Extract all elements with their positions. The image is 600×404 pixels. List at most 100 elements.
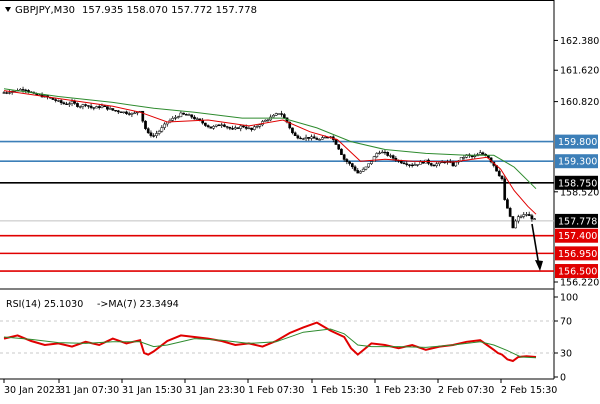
candle-body [242,125,245,128]
candle-body [277,113,281,115]
candle-body [223,124,226,127]
candle-body [500,175,504,180]
candle-body [291,127,294,134]
chart-window[interactable]: 159.800 159.300 158.750 157.400 156.950 156.5… [0,0,600,400]
candle-body [193,116,196,120]
candle-body [293,132,297,136]
price-tick-label: 160.820 [560,97,599,108]
candle-body [514,220,517,229]
time-tick-label: 31 Jan 15:30 [122,385,182,396]
candle-body [67,103,71,105]
time-tick-label: 2 Feb 15:30 [501,385,557,396]
candle-body [152,135,156,137]
candle-body [530,215,534,220]
candle-body [525,214,528,216]
candle-body [356,170,360,174]
level-label: 156.500 [558,267,597,278]
candle-body [21,89,25,91]
rsi-tick-label: 70 [560,317,572,328]
candle-body [506,199,509,209]
candle-body [144,120,147,129]
candle-body [233,127,237,130]
candle-body [103,105,107,107]
rsi-tick-label: 0 [560,373,566,384]
candle-body [184,114,188,116]
candle-body [255,126,259,128]
time-axis: 30 Jan 202331 Jan 07:30 31 Jan 15:30 31 Ja… [3,379,557,396]
candle-body [258,124,262,127]
candle-body [89,105,93,108]
candle-body [312,136,316,139]
candle-body [307,137,311,139]
time-tick-label: 1 Feb 23:30 [375,385,431,396]
candle-body [299,137,302,140]
candle-body [470,155,474,158]
candle-body [206,125,210,128]
candle-body [334,139,338,145]
candle-body [516,216,520,222]
candle-body [114,109,117,112]
candle-body [182,112,185,115]
candle-body [405,163,409,165]
candle-body [375,153,379,158]
candle-body [435,163,439,166]
candle-body [217,124,221,127]
candle-body [174,117,177,119]
candle-body [92,107,96,109]
candle-body [359,171,362,174]
candle-body [391,155,395,159]
candle-body [389,155,392,157]
candle-body [149,132,153,136]
candle-body [519,216,523,218]
candle-body [511,216,515,229]
candle-body [399,160,403,164]
candle-body [418,161,422,165]
rsi-axis-ticks: 100 70 30 0 [554,293,578,384]
candle-body [296,135,300,139]
candle-body [263,120,267,122]
time-tick-label: 2 Feb 07:30 [438,385,494,396]
candle-body [508,208,512,217]
candle-body [337,144,341,150]
candle-body [473,155,477,158]
price-tick-label: 158.520 [560,187,599,198]
candle-body [87,105,90,107]
price-tick-label: 162.380 [560,36,599,47]
candle-body [62,102,66,105]
candle-body [266,119,270,121]
candle-body [119,111,123,113]
candle-body [383,151,387,154]
chart-canvas[interactable]: 159.800159.300158.750157.400156.950156.5… [0,0,600,400]
candle-body [239,125,243,129]
candle-body [127,113,131,115]
candle-body [253,126,256,130]
candle-body [2,92,6,94]
candle-body [361,168,365,172]
candle-body [421,161,425,164]
candle-body [24,89,28,92]
candle-body [451,162,455,167]
candle-body [8,92,11,94]
level-label: 157.400 [558,231,597,242]
time-tick-label: 31 Jan 07:30 [59,385,119,396]
candle-body [280,113,283,115]
candle-body [408,164,411,166]
candle-body [122,111,126,113]
candle-body [353,166,357,171]
candle-body [522,214,526,217]
candle-body [274,113,278,116]
candle-body [70,101,74,104]
candle-body [125,111,128,114]
candle-body [157,130,161,134]
candle-body [272,115,275,118]
candle-body [416,164,419,166]
candle-body [225,126,229,128]
candle-body [244,126,248,129]
candle-body [171,118,175,121]
candle-body [155,133,158,136]
price-tick-label: 161.620 [560,66,599,77]
time-tick-label: 30 Jan 2023 [4,385,61,396]
rsi-tick-label: 100 [560,293,578,304]
candle-body [323,137,327,139]
candle-body [527,214,531,216]
